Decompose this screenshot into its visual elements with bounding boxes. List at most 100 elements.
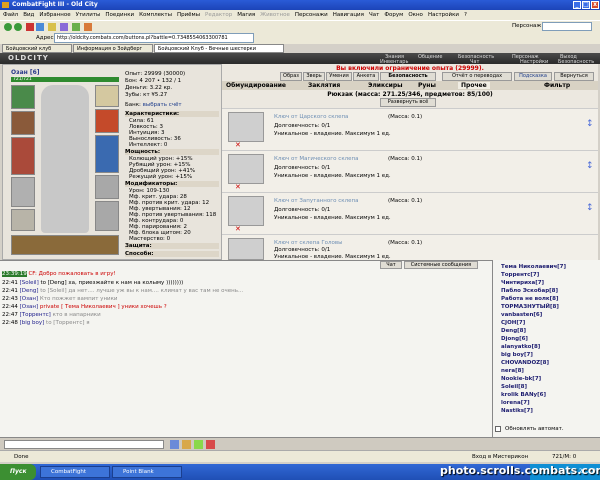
btn-transfer-report[interactable]: Отчёт о переводах [442, 72, 512, 81]
menu-battles[interactable]: Поединки [105, 10, 134, 20]
slot-helmet[interactable] [95, 85, 119, 107]
person-select[interactable] [542, 22, 592, 31]
chat-user[interactable]: [Озан] [20, 296, 39, 302]
chat-user[interactable]: [Озан] [20, 304, 39, 310]
slot-armor[interactable] [11, 177, 35, 207]
chat-tab[interactable]: Чат [380, 261, 402, 269]
tab-info-zoidberg[interactable]: Информация о Зойдберг [73, 44, 153, 53]
btn-image[interactable]: Образ [280, 72, 302, 81]
btn-beast[interactable]: Зверь [303, 72, 325, 81]
chat-input[interactable] [4, 440, 164, 449]
close-button[interactable]: x [591, 1, 599, 9]
menu-window[interactable]: Окно [408, 10, 423, 20]
combat-icon[interactable] [84, 23, 92, 31]
cat-other[interactable]: Прочее [458, 82, 490, 89]
user-list-item[interactable]: Работа не волк[8] [501, 296, 559, 302]
chat-user[interactable]: [big boy] [20, 320, 45, 326]
mastery-header[interactable]: Мощность: [125, 149, 219, 155]
slot-shield[interactable] [95, 135, 119, 173]
back-icon[interactable] [4, 23, 12, 31]
menu-characters[interactable]: Персонажи [295, 10, 328, 20]
slot-belt[interactable] [11, 209, 35, 231]
chat-user[interactable]: [Deng] [20, 288, 39, 294]
expand-all-button[interactable]: Развернуть всё [380, 98, 436, 107]
user-list-item[interactable]: Чинтириха[7] [501, 280, 544, 286]
user-list-item[interactable]: alanyatko[8] [501, 344, 540, 350]
minimize-button[interactable]: _ [573, 1, 581, 9]
menu-sets[interactable]: Комплекты [139, 10, 172, 20]
slot-boots[interactable] [95, 201, 119, 231]
slot-amulet[interactable] [11, 111, 35, 135]
user-list-item[interactable]: CJOH[7] [501, 320, 525, 326]
inventory-item[interactable]: ✕ Ключ от Запутанного склепа (Масса: 0.1… [222, 192, 598, 234]
user-list-item[interactable]: Пабло Эскобар[8] [501, 288, 558, 294]
scroll-arrow-icon[interactable]: ↕ [586, 119, 594, 129]
menu-magic[interactable]: Магия [237, 10, 255, 20]
slot-weapon[interactable] [11, 137, 35, 175]
address-input[interactable]: http://oldcity.combats.com/buttons.pl?ba… [54, 33, 254, 43]
user-list-item[interactable]: CHOVANDOZ[8] [501, 360, 549, 366]
btn-security[interactable]: Безопасность [380, 72, 436, 81]
menu-chat[interactable]: Чат [369, 10, 379, 20]
item-name[interactable]: Ключ от Магического склепа [274, 156, 359, 162]
menu-favorites[interactable]: Избранное [39, 10, 70, 20]
system-messages-tab[interactable]: Системные сообщения [404, 261, 478, 269]
home-icon[interactable] [48, 23, 56, 31]
user-list-item[interactable]: Deng[8] [501, 328, 526, 334]
send-icon[interactable] [170, 440, 179, 449]
menu-file[interactable]: Файл [3, 10, 18, 20]
user-list-item[interactable]: Djong[6] [501, 336, 528, 342]
abilities-header[interactable]: Способн: [125, 251, 219, 257]
menu-navigation[interactable]: Навигация [333, 10, 364, 20]
smile-icon[interactable] [182, 440, 191, 449]
user-list-item[interactable]: krolik BANy[6] [501, 392, 546, 398]
refresh-icon[interactable] [36, 23, 44, 31]
btn-hint[interactable]: Подсказка [514, 72, 552, 81]
tools-icon[interactable] [72, 23, 80, 31]
slot-earring[interactable] [11, 85, 35, 109]
cat-spells[interactable]: Заклятия [308, 82, 340, 89]
auto-refresh-checkbox[interactable] [495, 426, 501, 432]
user-list-item[interactable]: Nookie-bk[7] [501, 376, 541, 382]
stop-icon[interactable] [26, 23, 34, 31]
menu-view[interactable]: Вид [23, 10, 34, 20]
translit-icon[interactable] [194, 440, 203, 449]
item-name[interactable]: Ключ от Запутанного склепа [274, 198, 358, 204]
taskbar-item-combatfight[interactable]: CombatFight [40, 466, 110, 478]
user-list-item[interactable]: vanbasten[6] [501, 312, 542, 318]
chat-user[interactable]: [Soleil] [20, 280, 39, 286]
chat-user[interactable]: [Торрентс] [20, 312, 51, 318]
cat-elixirs[interactable]: Эликсиры [368, 82, 403, 89]
menu-tricks[interactable]: Приёмы [177, 10, 200, 20]
drop-icon[interactable]: ✕ [235, 141, 241, 149]
scroll-arrow-icon[interactable]: ↕ [586, 161, 594, 171]
favorites-icon[interactable] [60, 23, 68, 31]
user-list-item[interactable]: Soleil[8] [501, 384, 527, 390]
taskbar-item-pointblank[interactable]: Point Blank [112, 466, 182, 478]
forward-icon[interactable] [14, 23, 22, 31]
menu-help[interactable]: ? [464, 10, 467, 20]
slot-bracers[interactable] [95, 109, 119, 133]
inventory-item[interactable]: Ключ от склепа Головы (Масса: 0.1) Долго… [222, 234, 598, 260]
char-name[interactable]: Озан [11, 69, 28, 76]
item-name[interactable]: Ключ от склепа Головы [274, 240, 343, 246]
drop-icon[interactable]: ✕ [235, 183, 241, 191]
user-list-item[interactable]: lorena[7] [501, 400, 530, 406]
user-list-item[interactable]: Торрентс[7] [501, 272, 539, 278]
btn-profile[interactable]: Анкета [353, 72, 379, 81]
cat-filter[interactable]: Фильтр [544, 82, 570, 89]
menu-animal[interactable]: Животное [260, 10, 290, 20]
protection-header[interactable]: Защита: [125, 243, 219, 249]
bank-link[interactable]: выбрать счёт [143, 102, 182, 108]
user-list-item[interactable]: Nastiks[7] [501, 408, 533, 414]
inventory-item[interactable]: ✕ Ключ от Магического склепа (Масса: 0.1… [222, 150, 598, 192]
scroll-arrow-icon[interactable]: ↕ [586, 203, 594, 213]
maximize-button[interactable]: □ [582, 1, 590, 9]
hdr-communication[interactable]: Общение [418, 54, 442, 60]
slot-belt-items[interactable] [11, 235, 119, 255]
inventory-item[interactable]: ✕ Ключ от Царского склепа (Масса: 0.1) Д… [222, 108, 598, 150]
btn-return[interactable]: Вернуться [554, 72, 594, 81]
slot-gloves[interactable] [95, 175, 119, 199]
menu-settings[interactable]: Настройки [428, 10, 459, 20]
user-list-item[interactable]: Тема Николаевич[7] [501, 264, 566, 270]
